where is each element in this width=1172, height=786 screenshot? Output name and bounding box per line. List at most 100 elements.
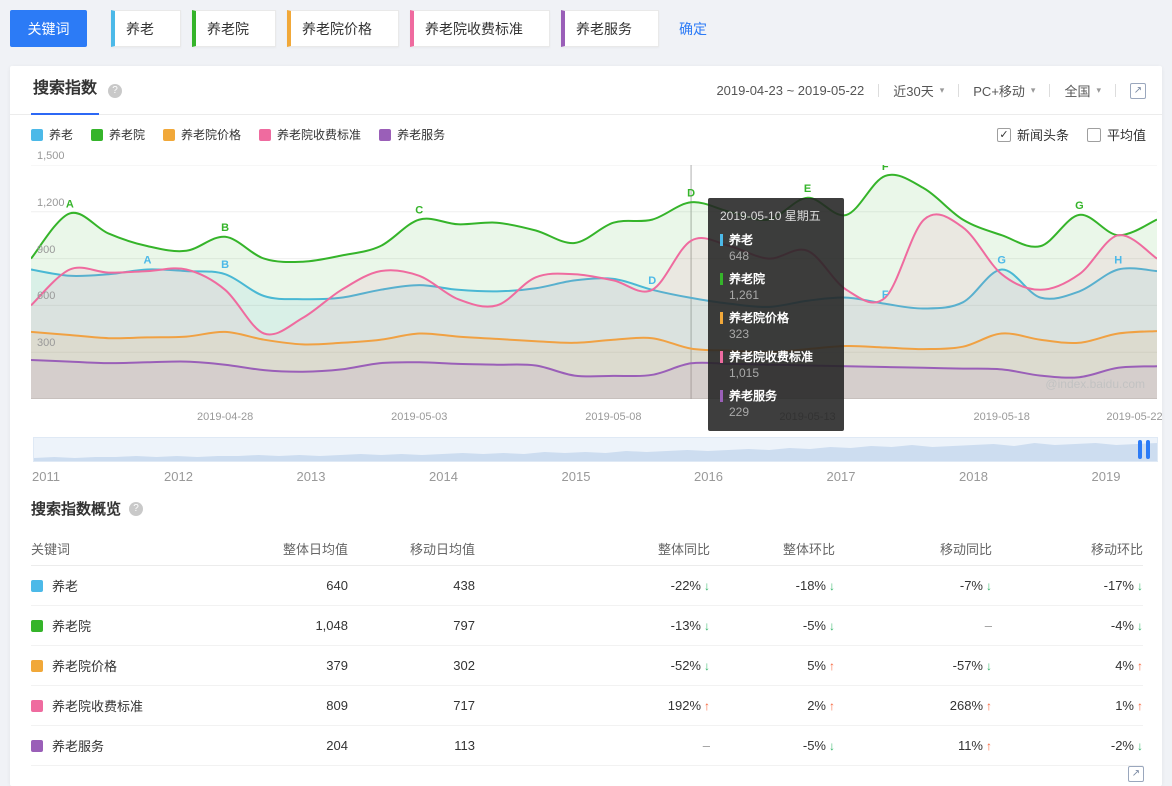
x-tick-label: 2019-05-08 (585, 411, 642, 423)
tab-search-index[interactable]: 搜索指数 (31, 66, 100, 115)
device-select[interactable]: PC+移动 ▾ (973, 81, 1035, 100)
timeline-handle-left[interactable] (1138, 440, 1142, 459)
legend-item[interactable]: 养老院收费标准 (259, 126, 361, 143)
svg-text:G: G (1075, 200, 1084, 212)
keyword-name[interactable]: 养老 (52, 576, 78, 595)
table-row[interactable]: 养老院 1,048 797 -13% ↓ -5% ↓ – -4% ↓ (31, 606, 1143, 646)
keyword-chip-label: 养老院 (207, 20, 249, 37)
timeline-scrubber[interactable] (33, 437, 1158, 462)
change-value: -13% ↓ (670, 618, 710, 633)
checkbox-icon[interactable]: ✓ (996, 127, 1011, 142)
legend-label: 养老院价格 (181, 128, 242, 142)
divider (878, 84, 880, 97)
keyword-chip-label: 养老 (126, 20, 154, 37)
legend-item[interactable]: 养老服务 (379, 126, 445, 143)
change-value: -57% ↓ (952, 658, 992, 673)
keyword-chip[interactable]: 养老院 (192, 10, 276, 47)
daily-average-value: 1,048 (315, 618, 348, 633)
timeline-handle-right[interactable] (1146, 440, 1150, 459)
legend-color-swatch (379, 128, 392, 141)
y-tick-label: 300 (37, 337, 56, 350)
divider (958, 84, 960, 97)
daily-average-value: 113 (454, 738, 475, 753)
legend-item[interactable]: 养老 (31, 126, 73, 143)
keyword-name[interactable]: 养老院 (52, 616, 91, 635)
date-range[interactable]: 2019-04-23 ~ 2019-05-22 (716, 83, 864, 98)
keyword-chip-label: 养老服务 (576, 20, 632, 37)
svg-text:D: D (687, 187, 695, 199)
change-value: -52% ↓ (670, 658, 710, 673)
y-tick-label: 600 (37, 290, 56, 303)
daily-average-value: 379 (326, 658, 348, 673)
column-header: 关键词 (31, 542, 71, 557)
change-value: 11% ↑ (957, 738, 992, 753)
keyword-chip[interactable]: 养老院价格 (287, 10, 399, 47)
tooltip-rows: 养老 648 养老院 1,261 养老院价格 323 养老院收费标准 1,015 养老服务 229 (720, 231, 832, 419)
table-row[interactable]: 养老 640 438 -22% ↓ -18% ↓ -7% ↓ -17% ↓ (31, 566, 1143, 606)
legend-label: 养老院收费标准 (277, 128, 362, 142)
change-value: 268% ↑ (949, 698, 992, 713)
change-value: – (702, 738, 710, 753)
arrow-up-icon: ↑ (1137, 659, 1143, 673)
y-tick-label: 900 (37, 243, 56, 256)
watermark: @index.baidu.com (1045, 377, 1145, 391)
arrow-down-icon: ↓ (1137, 739, 1143, 753)
tooltip-row: 养老服务 229 (720, 387, 832, 419)
trend-chart-canvas[interactable]: A B C D E F G A B D F G H (30, 161, 1158, 399)
keyword-name[interactable]: 养老院收费标准 (52, 696, 143, 715)
svg-text:D: D (648, 275, 656, 287)
table-row[interactable]: 养老院收费标准 809 717 192% ↑ 2% ↑ 268% ↑ 1% ↑ (31, 686, 1143, 726)
tooltip-series-name: 养老院价格 (729, 311, 790, 325)
tooltip-series-value: 648 (729, 249, 750, 263)
legend-item[interactable]: 养老院 (91, 126, 145, 143)
keyword-chip[interactable]: 养老服务 (561, 10, 659, 47)
keyword-button[interactable]: 关键词 (10, 10, 87, 47)
daily-average-value: 717 (453, 698, 475, 713)
checkbox-label: 新闻头条 (1016, 128, 1069, 143)
change-value: 5% ↑ (807, 658, 835, 673)
keyword-name[interactable]: 养老服务 (52, 736, 104, 755)
external-link-icon[interactable]: ↗ (1130, 82, 1146, 99)
region-select[interactable]: 全国 ▾ (1064, 81, 1101, 100)
keyword-color-swatch (31, 619, 43, 632)
external-link-icon[interactable]: ↗ (1128, 766, 1144, 782)
x-tick-label: 2019-04-28 (196, 411, 254, 423)
trend-chart[interactable]: A B C D E F G A B D F G H 300 600 900 1,200 1,500 2019-0… (30, 150, 1163, 431)
option-checkbox-unchecked[interactable]: 平均值 (1086, 125, 1146, 144)
timeline-year-label: 2019 (1091, 469, 1121, 484)
help-icon[interactable]: ? (108, 84, 122, 98)
tooltip-row: 养老 648 (720, 231, 832, 263)
change-value: -22% ↓ (670, 578, 710, 593)
keyword-color-swatch (31, 659, 43, 672)
keyword-chip-label: 养老院收费标准 (425, 20, 523, 37)
panel-header: 搜索指数 ? 2019-04-23 ~ 2019-05-22 近30天 ▾ PC+… (10, 66, 1162, 115)
legend-color-swatch (163, 128, 176, 141)
table-body: 养老 640 438 -22% ↓ -18% ↓ -7% ↓ -17% ↓ 养老院 1,048 797 -1… (31, 566, 1143, 766)
option-checkbox-checked[interactable]: ✓ 新闻头条 (996, 125, 1069, 144)
timeline-years: 2011 2012 2013 2014 2015 2016 2017 2018 2019 (32, 469, 1158, 484)
change-value: -17% ↓ (1103, 578, 1143, 593)
keyword-name[interactable]: 养老院价格 (52, 656, 117, 675)
table-row[interactable]: 养老服务 204 113 – -5% ↓ 11% ↑ -2% ↓ (31, 726, 1143, 766)
tooltip-series-value: 323 (729, 327, 750, 341)
timeline-year-label: 2012 (164, 469, 193, 484)
timeline-year-label: 2013 (296, 469, 326, 484)
keyword-chips: 养老 养老院 养老院价格 养老院收费标准 养老服务 (111, 10, 659, 47)
keyword-color-swatch (31, 699, 43, 712)
confirm-link[interactable]: 确定 (679, 19, 707, 39)
search-index-panel: 搜索指数 ? 2019-04-23 ~ 2019-05-22 近30天 ▾ PC+… (10, 66, 1163, 786)
keyword-chip[interactable]: 养老院收费标准 (410, 10, 550, 47)
chevron-down-icon: ▾ (1030, 85, 1036, 95)
keyword-chip[interactable]: 养老 (111, 10, 181, 47)
help-icon[interactable]: ? (129, 501, 144, 516)
column-header: 移动日均值 (409, 542, 475, 557)
legend-item[interactable]: 养老院价格 (163, 126, 241, 143)
timeline-year-label: 2016 (694, 469, 723, 484)
time-range-select[interactable]: 近30天 ▾ (893, 81, 944, 100)
checkbox-icon[interactable] (1086, 127, 1101, 142)
overview-title: 搜索指数概览 (31, 501, 122, 518)
arrow-down-icon: ↓ (1137, 619, 1143, 633)
svg-text:G: G (997, 255, 1006, 267)
table-row[interactable]: 养老院价格 379 302 -52% ↓ 5% ↑ -57% ↓ 4% ↑ (31, 646, 1143, 686)
daily-average-value: 302 (453, 658, 475, 673)
